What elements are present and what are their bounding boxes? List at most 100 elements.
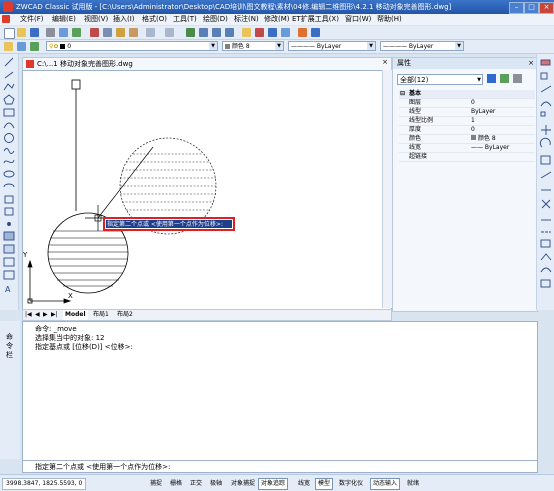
prop-key: 线宽 xyxy=(409,144,422,151)
hatch-tool-icon xyxy=(3,231,15,241)
mirror-tool-icon xyxy=(540,85,552,93)
redo-icon[interactable] xyxy=(165,28,174,37)
trim-tool-icon xyxy=(541,199,551,209)
menu-et-tools[interactable]: ET扩展工具(X) xyxy=(292,14,339,25)
revision-cloud-icon xyxy=(3,148,15,154)
prop-key: 厚度 xyxy=(409,126,422,133)
last-tab-arrow-icon[interactable]: ▶| xyxy=(51,310,58,320)
prop-value: 1 xyxy=(471,117,475,124)
prop-value: —— ByLayer xyxy=(471,144,510,151)
pan-icon[interactable] xyxy=(186,28,195,37)
vertical-scrollbar[interactable] xyxy=(382,70,392,308)
menu-format[interactable]: 格式(O) xyxy=(142,14,167,25)
spline-tool-icon xyxy=(3,159,15,164)
close-panel-icon[interactable]: × xyxy=(528,58,534,69)
tab-layout2[interactable]: 布局2 xyxy=(117,310,133,320)
grid-toggle[interactable]: 栅格 xyxy=(167,478,185,490)
properties-icon[interactable] xyxy=(255,28,264,37)
tablet-toggle[interactable]: 数字化仪 xyxy=(336,478,366,490)
ucs-y-label: Y xyxy=(23,251,28,259)
chevron-down-icon: ▼ xyxy=(367,42,375,50)
menu-edit[interactable]: 编辑(E) xyxy=(52,14,76,25)
circle-tool-icon xyxy=(4,133,14,143)
lineweight-dropdown[interactable]: ———— ByLayer ▼ xyxy=(380,41,464,51)
line-preview: ———— xyxy=(291,43,315,50)
cut-icon[interactable] xyxy=(90,28,99,37)
markup-icon[interactable] xyxy=(298,28,307,37)
ortho-toggle[interactable]: 正交 xyxy=(187,478,205,490)
help-icon[interactable] xyxy=(311,28,320,37)
print-icon[interactable] xyxy=(46,28,55,37)
prop-row[interactable]: 颜色 颜色 8 xyxy=(399,135,535,144)
menu-dimension[interactable]: 标注(N) xyxy=(234,14,259,25)
zoom-previous-icon[interactable] xyxy=(225,28,234,37)
next-tab-arrow-icon[interactable]: ▶ xyxy=(43,310,48,320)
save-icon[interactable] xyxy=(30,28,39,37)
maximize-button[interactable]: □ xyxy=(524,2,539,14)
zoom-window-icon[interactable] xyxy=(212,28,221,37)
window-title: ZWCAD Classic 试用版 - [C:\Users\Administra… xyxy=(16,3,452,11)
group-basic[interactable]: ⊟ 基本 xyxy=(399,90,535,99)
toggle-pickadd-icon[interactable] xyxy=(487,74,496,83)
lineweight-toggle[interactable]: 线宽 xyxy=(295,478,313,490)
tab-model[interactable]: Model xyxy=(63,310,88,320)
layer-dropdown[interactable]: ♀✿ 0 ▼ xyxy=(46,41,218,51)
prop-row[interactable]: 线宽 —— ByLayer xyxy=(399,144,535,153)
design-center-icon[interactable] xyxy=(242,28,251,37)
minimize-button[interactable]: – xyxy=(509,2,524,14)
menu-bar: 文件(F) 编辑(E) 视图(V) 插入(I) 格式(O) 工具(T) 绘图(D… xyxy=(0,14,554,25)
chevron-down-icon: ▼ xyxy=(455,42,463,50)
menu-modify[interactable]: 修改(M) xyxy=(264,14,290,25)
menu-file[interactable]: 文件(F) xyxy=(20,14,44,25)
dynamic-input-toggle[interactable]: 动态输入 xyxy=(370,478,401,490)
publish-icon[interactable] xyxy=(72,28,81,37)
menu-insert[interactable]: 插入(I) xyxy=(113,14,135,25)
snap-toggle[interactable]: 捕捉 xyxy=(147,478,165,490)
sheet-set-icon[interactable] xyxy=(281,28,290,37)
menu-tools[interactable]: 工具(T) xyxy=(173,14,197,25)
quick-select-icon[interactable] xyxy=(513,74,522,83)
tab-layout1[interactable]: 布局1 xyxy=(93,310,109,320)
prev-tab-arrow-icon[interactable]: ◀ xyxy=(35,310,40,320)
select-objects-icon[interactable] xyxy=(500,74,509,83)
undo-icon[interactable] xyxy=(146,28,155,37)
open-folder-icon[interactable] xyxy=(17,28,26,37)
make-current-layer-icon[interactable] xyxy=(30,42,39,51)
color-swatch xyxy=(225,44,230,49)
new-file-icon[interactable] xyxy=(4,28,15,39)
osnap-toggle[interactable]: 对象捕捉 xyxy=(228,478,258,490)
copy-icon[interactable] xyxy=(103,28,112,37)
model-toggle[interactable]: 模型 xyxy=(315,478,334,490)
paste-icon[interactable] xyxy=(116,28,125,37)
zoom-realtime-icon[interactable] xyxy=(199,28,208,37)
otrack-toggle[interactable]: 对象追踪 xyxy=(258,478,289,490)
prop-row[interactable]: 线型比例 1 xyxy=(399,117,535,126)
close-button[interactable]: × xyxy=(539,2,554,14)
layer-previous-icon[interactable] xyxy=(17,42,26,51)
polar-toggle[interactable]: 极轴 xyxy=(207,478,225,490)
command-input[interactable]: 指定第二个点或 <使用第一个点作为位移>: xyxy=(22,460,538,473)
doc-icon xyxy=(2,15,10,23)
close-document-icon[interactable]: × xyxy=(382,58,388,66)
prop-row[interactable]: 线型 ByLayer xyxy=(399,108,535,117)
menu-draw[interactable]: 绘图(D) xyxy=(203,14,228,25)
tool-palette-icon[interactable] xyxy=(268,28,277,37)
color-dropdown[interactable]: 颜色 8 ▼ xyxy=(222,41,284,51)
layer-manager-icon[interactable] xyxy=(4,42,13,51)
drawing-canvas[interactable]: Y X xyxy=(22,70,392,310)
prop-row[interactable]: 图层 0 xyxy=(399,99,535,108)
match-properties-icon[interactable] xyxy=(129,28,138,37)
menu-window[interactable]: 窗口(W) xyxy=(345,14,371,25)
document-tab[interactable]: C:\...1 移动对象完善图形.dwg × xyxy=(22,57,392,71)
prop-row[interactable]: 厚度 0 xyxy=(399,126,535,135)
ellipse-tool-icon xyxy=(3,170,15,178)
table-tool-icon xyxy=(3,270,15,280)
first-tab-arrow-icon[interactable]: |◀ xyxy=(25,310,32,320)
menu-help[interactable]: 帮助(H) xyxy=(377,14,402,25)
title-bar: ZWCAD Classic 试用版 - [C:\Users\Administra… xyxy=(0,0,554,14)
linetype-dropdown[interactable]: ———— ByLayer ▼ xyxy=(288,41,376,51)
selection-dropdown[interactable]: 全部(12) ▼ xyxy=(397,74,483,85)
prop-row[interactable]: 超链接 xyxy=(399,153,535,162)
print-preview-icon[interactable] xyxy=(59,28,68,37)
menu-view[interactable]: 视图(V) xyxy=(84,14,108,25)
